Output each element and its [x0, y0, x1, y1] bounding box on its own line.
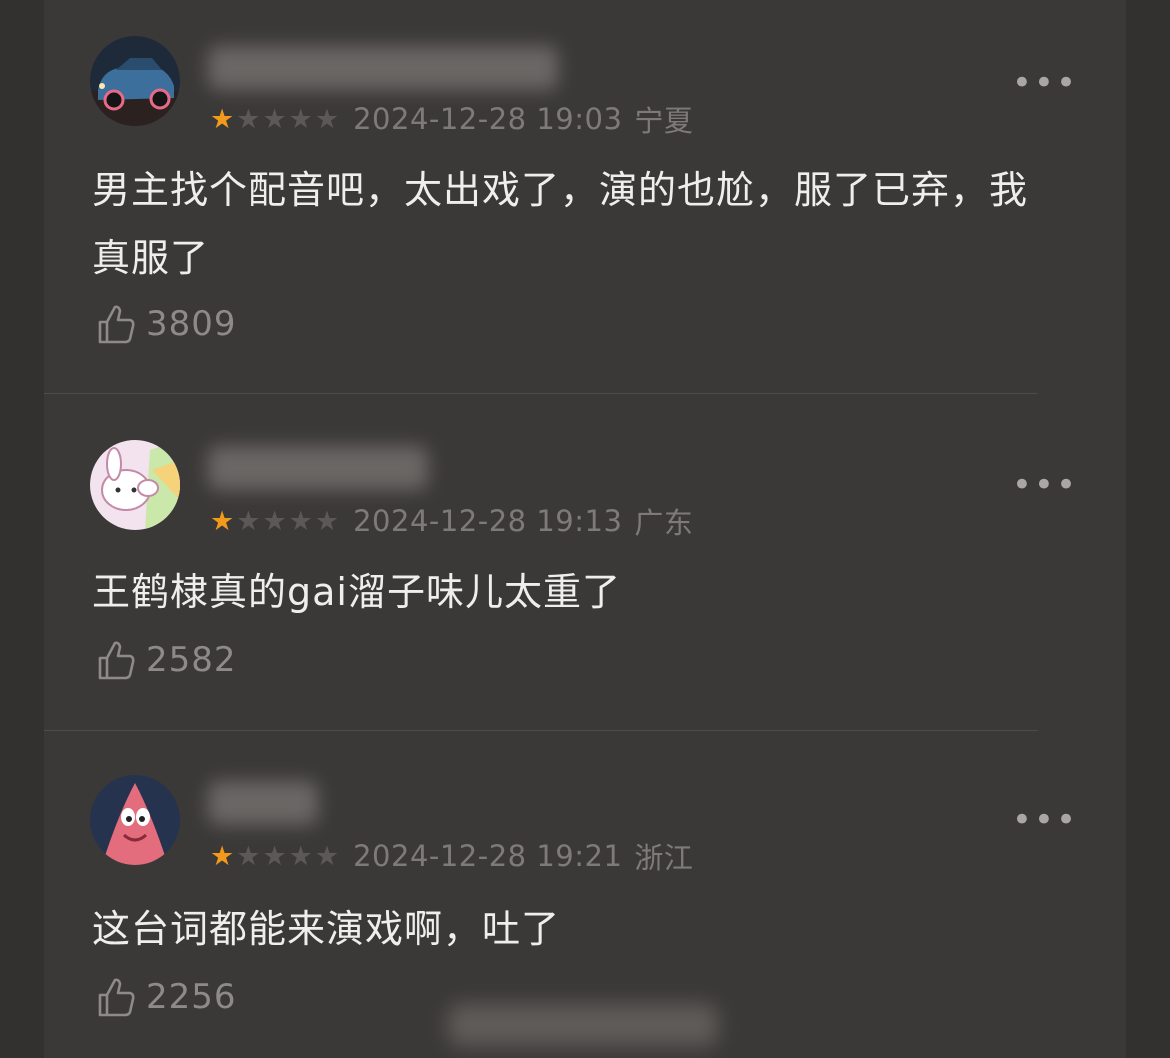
like-button[interactable]: 3809 — [94, 302, 237, 346]
car-avatar[interactable] — [90, 36, 180, 126]
username-redacted — [208, 46, 558, 90]
comment-text: 男主找个配音吧，太出戏了，演的也尬，服了已弃，我真服了 — [92, 168, 1029, 280]
more-options-icon[interactable]: ••• — [1012, 66, 1078, 100]
username-redacted — [208, 781, 318, 825]
comment-text: 这台词都能来演戏啊，吐了 — [92, 907, 561, 951]
comment-card: ★ ★ ★ ★ ★ 2024-12-28 19:13 广东 ••• 王鹤棣真的g… — [44, 394, 1126, 730]
star-icon: ★ — [314, 840, 340, 872]
thumbs-up-icon — [98, 978, 135, 1017]
like-count: 3809 — [146, 304, 237, 344]
comment-region: 广东 — [634, 506, 694, 540]
patrick-star-avatar[interactable] — [90, 775, 180, 865]
thumbs-up-icon — [98, 305, 135, 344]
comment-meta: ★ ★ ★ ★ ★ 2024-12-28 19:13 广东 — [210, 504, 693, 540]
like-count: 2582 — [146, 640, 237, 680]
comment-datetime: 2024-12-28 19:13 — [353, 504, 623, 538]
comment-card: ★ ★ ★ ★ ★ 2024-12-28 19:03 宁夏 ••• 男主找个配音… — [44, 0, 1126, 392]
more-options-icon[interactable]: ••• — [1012, 803, 1078, 837]
star-icon: ★ — [262, 505, 287, 537]
star-icon: ★ — [210, 840, 235, 872]
star-rating: ★ ★ ★ ★ ★ — [210, 106, 339, 133]
comment-datetime: 2024-12-28 19:21 — [353, 839, 623, 873]
comment-datetime: 2024-12-28 19:03 — [353, 102, 623, 136]
like-count: 2256 — [146, 977, 237, 1017]
star-icon: ★ — [288, 840, 313, 872]
star-icon: ★ — [236, 840, 261, 872]
star-icon: ★ — [236, 505, 261, 537]
star-rating: ★ ★ ★ ★ ★ — [210, 508, 339, 535]
like-button[interactable]: 2582 — [94, 638, 237, 682]
like-button[interactable]: 2256 — [94, 975, 237, 1019]
comment-region: 宁夏 — [634, 104, 694, 138]
comment-text: 王鹤棣真的gai溜子味儿太重了 — [92, 570, 621, 614]
more-options-icon[interactable]: ••• — [1012, 468, 1078, 502]
comment-meta: ★ ★ ★ ★ ★ 2024-12-28 19:03 宁夏 — [210, 102, 693, 138]
thumbs-up-icon — [98, 641, 135, 680]
comment-region: 浙江 — [634, 841, 694, 875]
star-icon: ★ — [236, 103, 261, 135]
star-rating: ★ ★ ★ ★ ★ — [210, 843, 339, 870]
star-icon: ★ — [210, 103, 235, 135]
star-icon: ★ — [314, 505, 340, 537]
right-margin — [1126, 0, 1170, 1058]
star-icon: ★ — [314, 103, 340, 135]
watermark-redacted — [448, 1004, 718, 1046]
star-icon: ★ — [288, 103, 313, 135]
username-redacted — [208, 446, 428, 490]
left-margin — [0, 0, 44, 1058]
comment-meta: ★ ★ ★ ★ ★ 2024-12-28 19:21 浙江 — [210, 839, 693, 875]
cartoon-rabbit-avatar[interactable] — [90, 440, 180, 530]
star-icon: ★ — [210, 505, 235, 537]
star-icon: ★ — [262, 840, 287, 872]
star-icon: ★ — [288, 505, 313, 537]
star-icon: ★ — [262, 103, 287, 135]
